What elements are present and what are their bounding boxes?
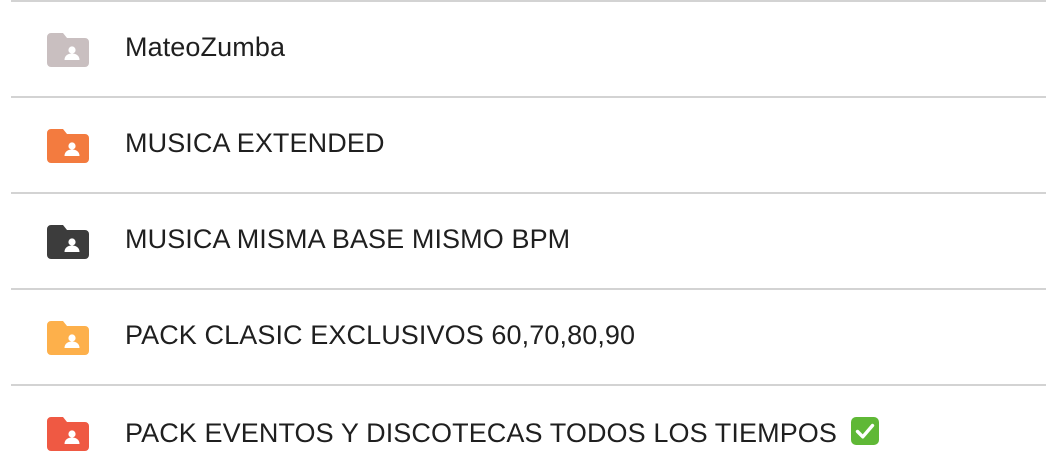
check-mark-icon: ✅ — [850, 417, 879, 445]
shared-folder-icon — [47, 225, 89, 259]
folder-row-musica-misma-base[interactable]: MUSICA MISMA BASE MISMO BPM — [0, 194, 1046, 288]
folder-name: MUSICA EXTENDED — [125, 128, 385, 158]
folder-row-musica-extended[interactable]: MUSICA EXTENDED — [0, 98, 1046, 192]
folder-name: MUSICA MISMA BASE MISMO BPM — [125, 224, 571, 254]
folder-name: MateoZumba — [125, 32, 286, 62]
folder-list: MateoZumba MUSICA EXTENDED MUSICA MISMA … — [0, 0, 1046, 476]
folder-name: PACK CLASIC EXCLUSIVOS 60,70,80,90 — [125, 320, 636, 350]
folder-name-line: PACK EVENTOS Y DISCOTECAS TODOS LOS TIEM… — [125, 417, 879, 449]
folder-name: PACK EVENTOS Y DISCOTECAS TODOS LOS TIEM… — [125, 418, 838, 448]
shared-folder-icon — [47, 417, 89, 451]
folder-row-pack-clasic[interactable]: PACK CLASIC EXCLUSIVOS 60,70,80,90 — [0, 290, 1046, 384]
folder-row-pack-eventos[interactable]: PACK EVENTOS Y DISCOTECAS TODOS LOS TIEM… — [0, 386, 1046, 476]
shared-folder-icon — [47, 129, 89, 163]
shared-folder-icon — [47, 33, 89, 67]
shared-folder-icon — [47, 321, 89, 355]
folder-row-mateozumba[interactable]: MateoZumba — [0, 2, 1046, 96]
